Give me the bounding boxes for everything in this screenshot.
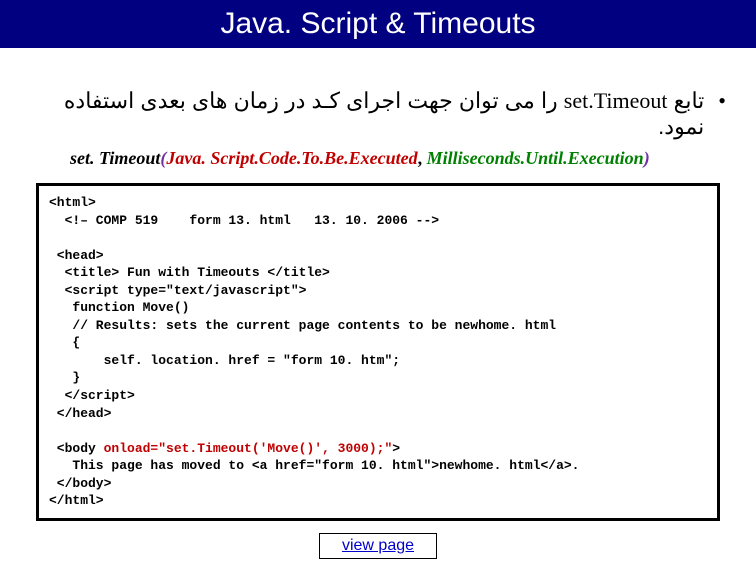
function-signature: set. Timeout(Java. Script.Code.To.Be.Exe… — [70, 148, 686, 169]
title-bar: Java. Script & Timeouts — [0, 0, 756, 48]
code-line: self. location. href = "form 10. htm"; — [49, 353, 400, 368]
bullet-section: • تابع set.Timeout را می توان جهت اجرای … — [30, 88, 726, 140]
sig-name: set. Timeout — [70, 148, 160, 168]
bullet-dot: • — [718, 88, 726, 114]
view-page-link[interactable]: view page — [342, 537, 414, 554]
sig-comma: , — [418, 148, 427, 168]
page-title: Java. Script & Timeouts — [220, 7, 535, 41]
code-line: </body> — [49, 476, 111, 491]
code-line: </head> — [49, 406, 111, 421]
code-line: { — [49, 335, 80, 350]
code-line: ipt> — [104, 388, 135, 403]
code-line: <script type="text/javascript"> — [49, 283, 306, 298]
code-line: <!– COMP 519 form 13. html 13. 10. 2006 … — [49, 213, 439, 228]
code-line: </scr — [49, 388, 104, 403]
bullet-text: تابع set.Timeout را می توان جهت اجرای کـ… — [30, 88, 704, 140]
code-line: // Results: sets the current page conten… — [49, 318, 556, 333]
code-line: <body — [49, 441, 104, 456]
code-line: </html> — [49, 493, 104, 508]
code-line: function Move() — [49, 300, 189, 315]
code-line: <html> — [49, 195, 96, 210]
code-line: > — [392, 441, 400, 456]
sig-close: ) — [644, 148, 650, 168]
code-line: } — [49, 370, 80, 385]
code-line: <title> Fun with Timeouts </title> — [49, 265, 330, 280]
bullet-func: set.Timeout — [564, 88, 668, 113]
view-page-box: view page — [319, 533, 437, 559]
sig-arg1: Java. Script.Code.To.Be.Executed — [166, 148, 417, 168]
code-onload: onload="set.Timeout('Move()', 3000);" — [104, 441, 393, 456]
bullet-pre: تابع — [668, 88, 705, 113]
bullet-row: • تابع set.Timeout را می توان جهت اجرای … — [30, 88, 726, 140]
code-box: <html> <!– COMP 519 form 13. html 13. 10… — [36, 183, 720, 521]
code-line: <head> — [49, 248, 104, 263]
link-row: view page — [0, 533, 756, 559]
code-line: This page has moved to <a href="form 10.… — [49, 458, 580, 473]
sig-arg2: Milliseconds.Until.Execution — [427, 148, 644, 168]
